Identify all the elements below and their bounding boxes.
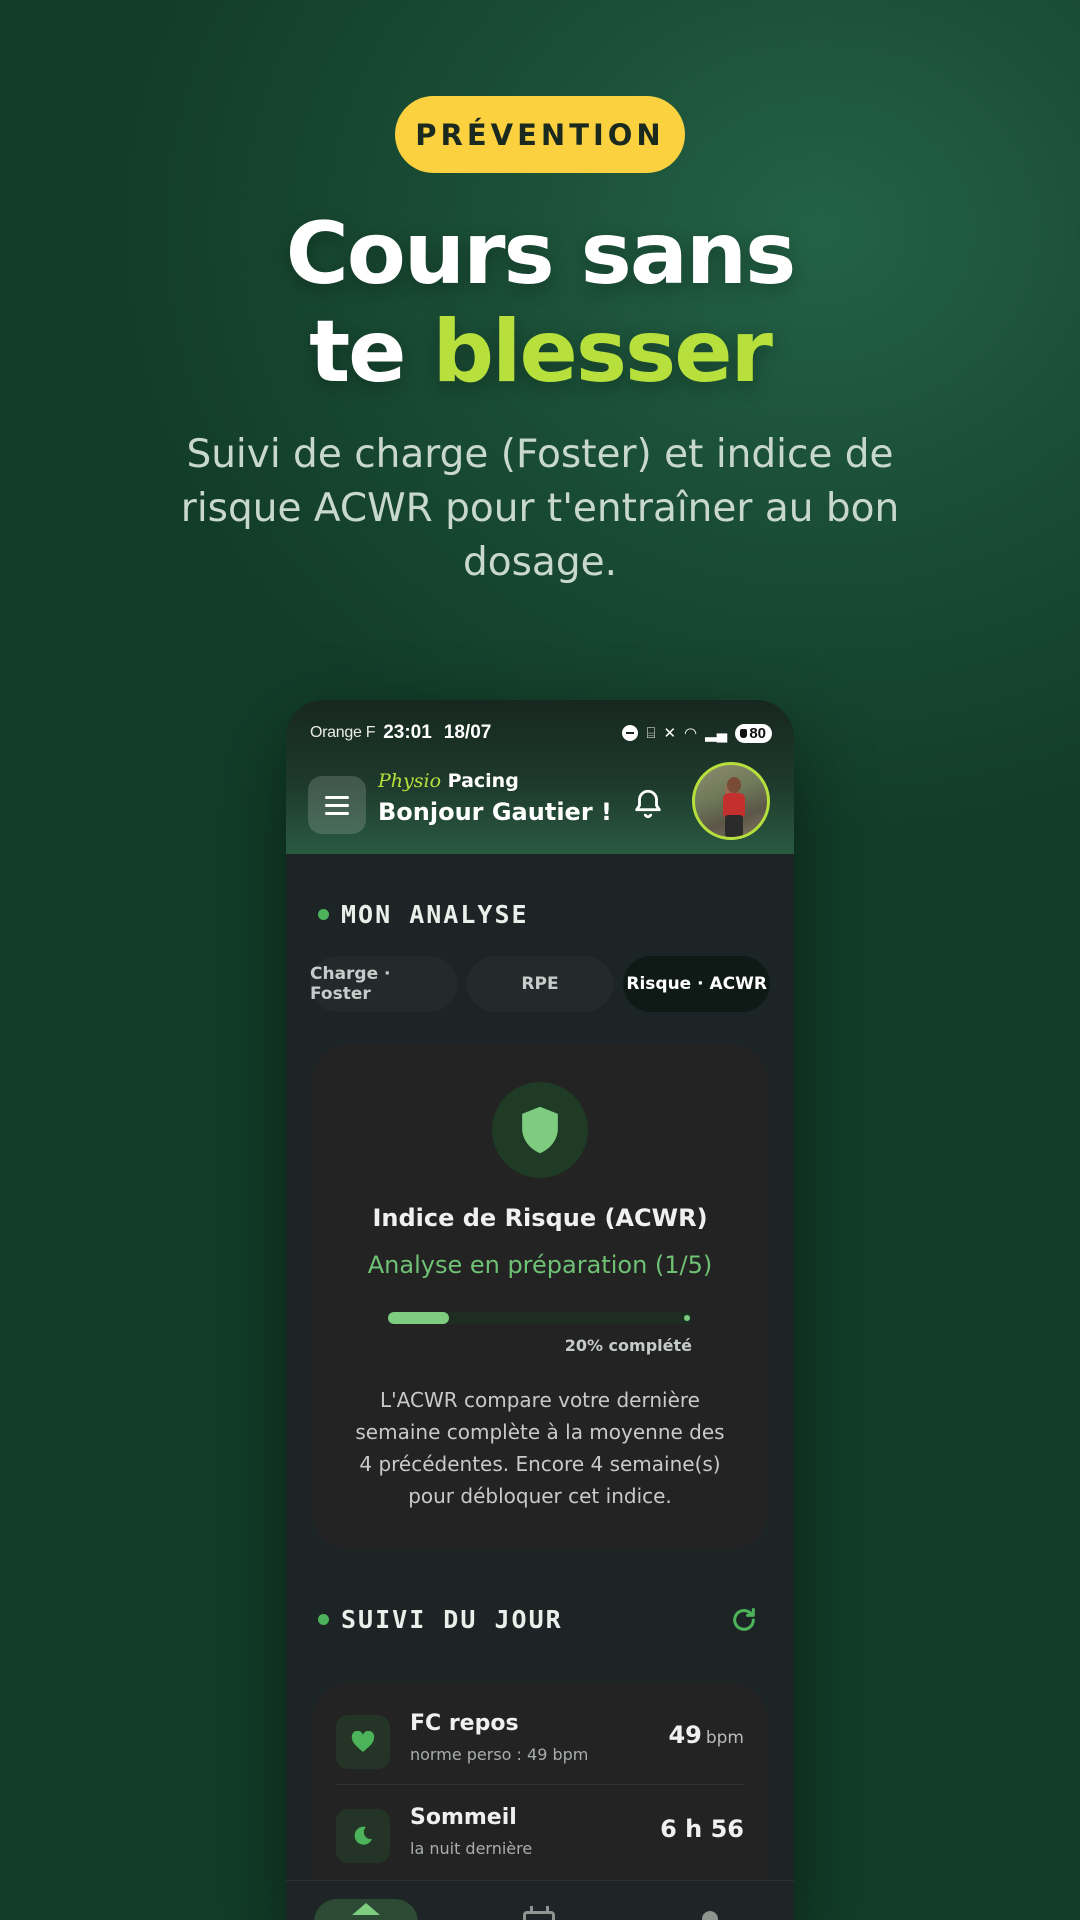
signal-icon: ▂▄ — [705, 724, 728, 742]
app-logo: Physio Pacing — [378, 770, 519, 792]
analysis-title-text: MON ANALYSE — [341, 900, 529, 929]
metric-title: FC repos — [410, 1711, 519, 1736]
profile-icon[interactable] — [702, 1911, 718, 1920]
status-date: 18/07 — [443, 722, 492, 743]
acwr-status: Analyse en préparation (1/5) — [367, 1251, 713, 1279]
battery-level: 80 — [749, 724, 766, 742]
acwr-progress-fill — [388, 1312, 449, 1324]
divider — [336, 1784, 744, 1785]
metric-value-number: 6 h 56 — [660, 1815, 744, 1843]
moon-glyph — [354, 1826, 372, 1845]
hero-title: Cours sans te blesser — [0, 205, 1080, 401]
dnd-icon — [622, 725, 639, 741]
status-icons: ⌸ ✕ ◠ ▂▄ 80 — [622, 723, 772, 743]
metric-value: 6 h 56 — [660, 1815, 744, 1843]
bell-icon[interactable] — [631, 786, 665, 822]
hero-title-line1: Cours sans — [285, 204, 797, 304]
bed-icon: ⌸ — [646, 724, 656, 742]
app-header: Orange F 23:01 18/07 ⌸ ✕ ◠ ▂▄ 80 Physio … — [286, 700, 794, 854]
carrier-label: Orange F — [310, 724, 376, 741]
acwr-title: Indice de Risque (ACWR) — [372, 1204, 708, 1232]
acwr-progress-end — [684, 1315, 690, 1321]
hamburger-line — [325, 811, 349, 815]
acwr-progress-bar — [388, 1312, 692, 1324]
daily-title-text: SUIVI DU JOUR — [341, 1605, 563, 1634]
brand-pacing: Pacing — [447, 770, 519, 792]
avatar-torso — [723, 793, 745, 817]
metric-value: 49 bpm — [668, 1721, 744, 1749]
refresh-icon[interactable] — [730, 1606, 758, 1634]
status-bar: Orange F 23:01 18/07 ⌸ ✕ ◠ ▂▄ 80 — [310, 718, 772, 748]
battery-heart-icon — [740, 728, 748, 738]
brand-physio: Physio — [378, 770, 442, 792]
acwr-description: L'ACWR compare votre dernière semaine co… — [355, 1388, 725, 1508]
moon-icon — [336, 1809, 390, 1863]
home-icon — [352, 1903, 380, 1915]
metric-title: Sommeil — [410, 1805, 517, 1830]
avatar-legs — [725, 815, 743, 837]
status-time: 23:01 — [383, 722, 432, 743]
avatar[interactable] — [692, 762, 770, 840]
metric-subtitle: la nuit dernière — [410, 1839, 533, 1858]
acwr-card: Indice de Risque (ACWR) Analyse en prépa… — [312, 1044, 768, 1550]
battery-indicator: 80 — [735, 723, 772, 743]
metric-value-number: 49 — [668, 1721, 702, 1749]
hero-title-line2: te blesser — [0, 303, 1080, 401]
analysis-tabs: Charge · Foster RPE Risque · ACWR — [310, 956, 771, 1012]
metric-row-sommeil[interactable]: Sommeil la nuit dernière 6 h 56 — [336, 1801, 744, 1871]
nav-home[interactable] — [314, 1899, 418, 1920]
daily-section-title: SUIVI DU JOUR — [318, 1605, 563, 1634]
shield-icon — [522, 1106, 558, 1154]
mute-icon: ✕ — [663, 724, 677, 742]
prevention-badge: PRÉVENTION — [395, 96, 685, 173]
section-dot — [318, 909, 329, 920]
tab-rpe[interactable]: RPE — [466, 956, 614, 1012]
metric-subtitle: norme perso : 49 bpm — [410, 1745, 589, 1764]
metric-row-fc-repos[interactable]: FC repos norme perso : 49 bpm 49 bpm — [336, 1707, 744, 1777]
avatar-head — [727, 777, 741, 793]
hero-subtitle: Suivi de charge (Foster) et indice de ri… — [180, 432, 900, 585]
wifi-icon: ◠ — [684, 724, 698, 742]
heart-glyph — [351, 1731, 375, 1752]
metric-value-unit: bpm — [705, 1728, 744, 1748]
hero-title-accent: blesser — [432, 302, 772, 402]
heart-icon — [336, 1715, 390, 1769]
greeting-text: Bonjour Gautier ! — [378, 798, 612, 826]
bottom-navigation — [286, 1880, 794, 1920]
tab-charge-foster[interactable]: Charge · Foster — [310, 956, 457, 1012]
menu-button[interactable] — [308, 776, 366, 834]
section-dot — [318, 1614, 329, 1625]
shield-badge — [492, 1082, 588, 1178]
tab-risque-acwr[interactable]: Risque · ACWR — [623, 956, 771, 1012]
phone-mockup: Orange F 23:01 18/07 ⌸ ✕ ◠ ▂▄ 80 Physio … — [286, 700, 794, 1920]
calendar-icon[interactable] — [523, 1906, 555, 1920]
hamburger-line — [325, 795, 349, 799]
acwr-progress-label: 20% complété — [564, 1336, 692, 1355]
analysis-section-title: MON ANALYSE — [318, 900, 529, 929]
hamburger-line — [325, 803, 349, 807]
hero-title-plain: te — [309, 302, 433, 402]
